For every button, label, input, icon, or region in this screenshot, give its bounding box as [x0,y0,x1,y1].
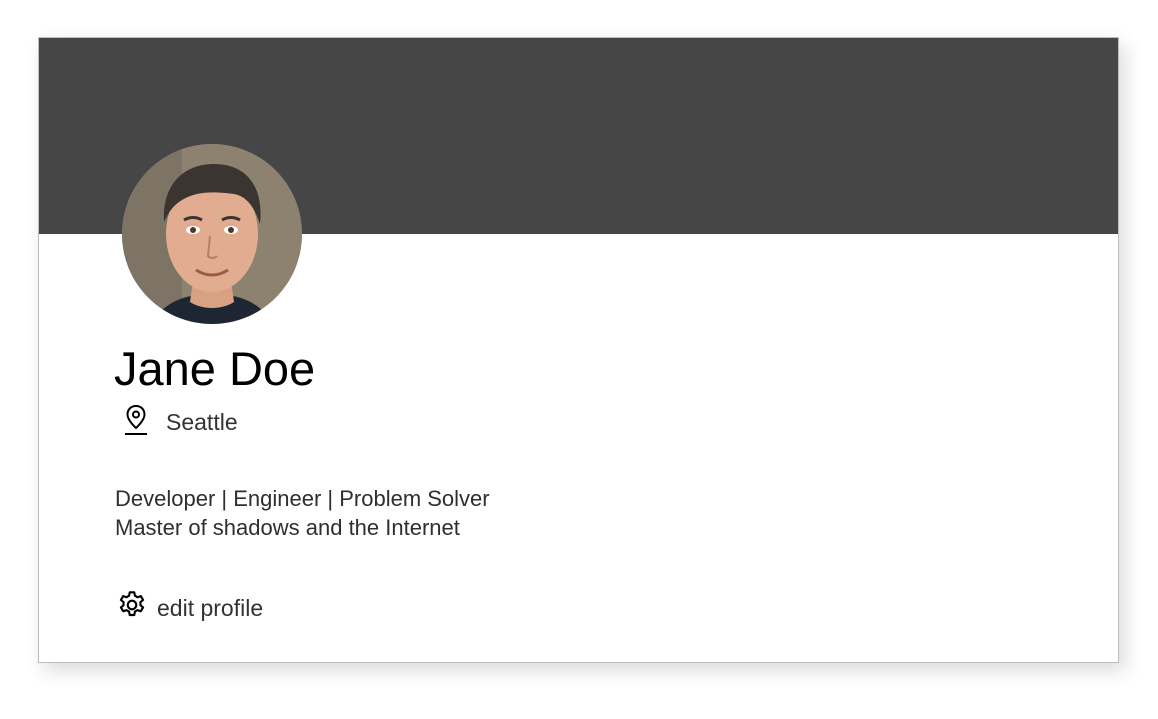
avatar-portrait [122,144,302,324]
avatar [122,144,302,324]
profile-name: Jane Doe [114,342,316,395]
edit-profile-label[interactable]: edit profile [157,595,263,621]
gear-icon [116,589,148,621]
profile-card: Jane Doe Seattle Developer | Engineer | … [38,37,1119,663]
map-pin-icon [123,404,149,436]
bio-line-2: Master of shadows and the Internet [115,515,460,540]
bio-line-1: Developer | Engineer | Problem Solver [115,486,490,511]
location-text: Seattle [166,409,238,435]
bio: Developer | Engineer | Problem Solver Ma… [115,484,490,542]
location-row: Seattle [123,400,238,436]
edit-profile-button[interactable]: edit profile [116,589,263,621]
